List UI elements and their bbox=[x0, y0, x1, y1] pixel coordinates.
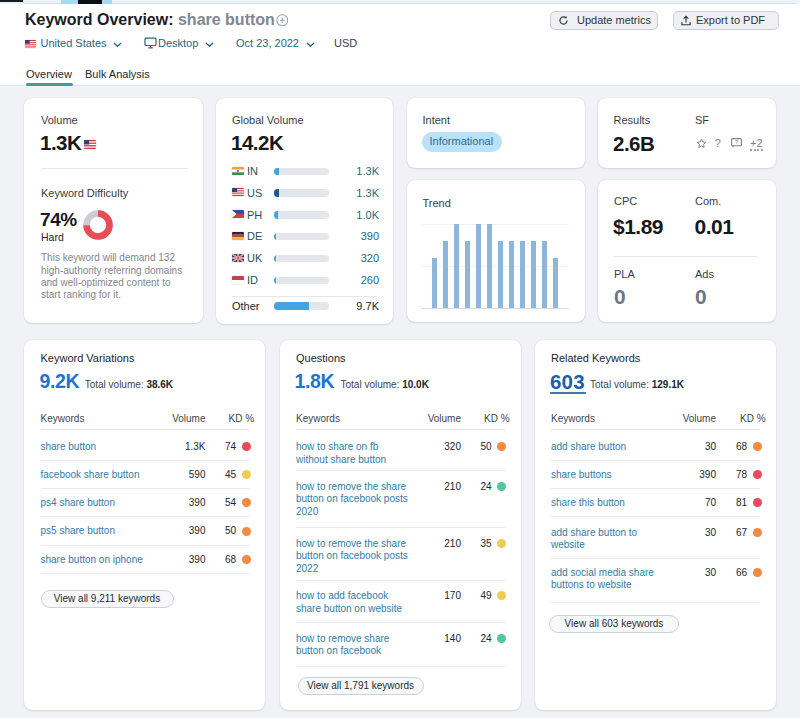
svg-text:?: ? bbox=[735, 139, 739, 145]
